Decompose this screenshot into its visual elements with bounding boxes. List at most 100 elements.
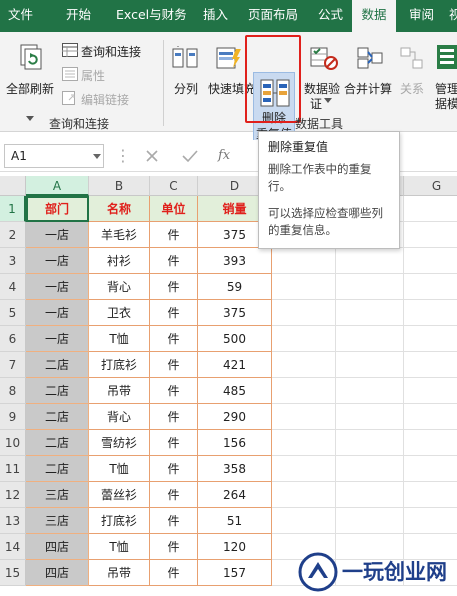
empty-cell[interactable] <box>336 300 404 326</box>
table-header-cell[interactable]: 单位 <box>150 196 198 222</box>
empty-cell[interactable] <box>272 248 336 274</box>
row-header[interactable]: 11 <box>0 456 26 482</box>
table-cell[interactable]: 三店 <box>26 482 89 508</box>
row-header[interactable]: 14 <box>0 534 26 560</box>
row-header[interactable]: 6 <box>0 326 26 352</box>
table-cell[interactable]: 四店 <box>26 534 89 560</box>
table-cell[interactable]: 一店 <box>26 222 89 248</box>
table-cell[interactable]: 二店 <box>26 352 89 378</box>
table-cell[interactable]: 二店 <box>26 456 89 482</box>
empty-cell[interactable] <box>336 274 404 300</box>
tab-formulas[interactable]: 公式 <box>318 0 343 32</box>
table-cell[interactable]: 四店 <box>26 560 89 586</box>
tab-page-layout[interactable]: 页面布局 <box>248 0 298 32</box>
properties-button[interactable]: 属性 <box>62 66 122 84</box>
empty-cell[interactable] <box>272 404 336 430</box>
table-cell[interactable]: 件 <box>150 534 198 560</box>
empty-cell[interactable] <box>272 430 336 456</box>
row-header[interactable]: 5 <box>0 300 26 326</box>
table-cell[interactable]: 485 <box>198 378 272 404</box>
table-cell[interactable]: 雪纺衫 <box>89 430 150 456</box>
tab-file[interactable]: 文件 <box>8 0 33 32</box>
empty-cell[interactable] <box>404 508 457 534</box>
table-cell[interactable]: 一店 <box>26 326 89 352</box>
table-cell[interactable]: 件 <box>150 222 198 248</box>
column-header-c[interactable]: C <box>150 176 198 196</box>
table-cell[interactable]: 吊带 <box>89 378 150 404</box>
table-cell[interactable]: 375 <box>198 300 272 326</box>
table-cell[interactable]: 件 <box>150 248 198 274</box>
table-cell[interactable]: 120 <box>198 534 272 560</box>
column-header-b[interactable]: B <box>89 176 150 196</box>
empty-cell[interactable] <box>336 508 404 534</box>
tab-data[interactable]: 数据 <box>352 0 396 32</box>
table-cell[interactable]: 156 <box>198 430 272 456</box>
tab-review[interactable]: 审阅 <box>409 0 434 32</box>
empty-cell[interactable] <box>404 456 457 482</box>
table-cell[interactable]: T恤 <box>89 326 150 352</box>
text-to-columns-button[interactable]: 分列 <box>168 38 202 98</box>
table-cell[interactable]: 件 <box>150 560 198 586</box>
empty-cell[interactable] <box>272 508 336 534</box>
empty-cell[interactable] <box>404 430 457 456</box>
empty-cell[interactable] <box>404 222 457 248</box>
empty-cell[interactable] <box>336 456 404 482</box>
table-cell[interactable]: 件 <box>150 378 198 404</box>
table-cell[interactable]: 卫衣 <box>89 300 150 326</box>
table-cell[interactable]: 吊带 <box>89 560 150 586</box>
chevron-down-icon[interactable] <box>93 154 101 159</box>
empty-cell[interactable] <box>336 378 404 404</box>
table-cell[interactable]: 一店 <box>26 300 89 326</box>
table-cell[interactable]: 件 <box>150 404 198 430</box>
table-cell[interactable]: 393 <box>198 248 272 274</box>
row-header[interactable]: 3 <box>0 248 26 274</box>
column-header-g[interactable]: G <box>404 176 457 196</box>
table-cell[interactable]: 一店 <box>26 248 89 274</box>
table-cell[interactable]: 件 <box>150 482 198 508</box>
empty-cell[interactable] <box>404 248 457 274</box>
consolidate-button[interactable]: 合并计算 <box>344 38 394 98</box>
empty-cell[interactable] <box>272 274 336 300</box>
empty-cell[interactable] <box>404 196 457 222</box>
table-cell[interactable]: 51 <box>198 508 272 534</box>
table-cell[interactable]: 421 <box>198 352 272 378</box>
table-cell[interactable]: 290 <box>198 404 272 430</box>
edit-links-button[interactable]: 编辑链接 <box>62 90 142 108</box>
table-cell[interactable]: 件 <box>150 274 198 300</box>
enter-check-icon[interactable] <box>182 149 198 163</box>
empty-cell[interactable] <box>272 300 336 326</box>
row-header[interactable]: 4 <box>0 274 26 300</box>
table-cell[interactable]: 157 <box>198 560 272 586</box>
table-cell[interactable]: 衬衫 <box>89 248 150 274</box>
table-cell[interactable]: 二店 <box>26 404 89 430</box>
empty-cell[interactable] <box>336 430 404 456</box>
row-header[interactable]: 9 <box>0 404 26 430</box>
table-cell[interactable]: 59 <box>198 274 272 300</box>
empty-cell[interactable] <box>272 352 336 378</box>
table-header-cell[interactable]: 名称 <box>89 196 150 222</box>
table-cell[interactable]: 件 <box>150 508 198 534</box>
row-header[interactable]: 8 <box>0 378 26 404</box>
table-cell[interactable]: T恤 <box>89 456 150 482</box>
tab-view[interactable]: 视 <box>449 0 457 32</box>
insert-function-icon[interactable]: fx <box>218 148 230 163</box>
empty-cell[interactable] <box>404 274 457 300</box>
row-header[interactable]: 2 <box>0 222 26 248</box>
table-cell[interactable]: 二店 <box>26 378 89 404</box>
empty-cell[interactable] <box>272 456 336 482</box>
empty-cell[interactable] <box>404 300 457 326</box>
table-cell[interactable]: 二店 <box>26 430 89 456</box>
table-cell[interactable]: 500 <box>198 326 272 352</box>
empty-cell[interactable] <box>404 352 457 378</box>
empty-cell[interactable] <box>336 248 404 274</box>
row-header[interactable]: 12 <box>0 482 26 508</box>
table-cell[interactable]: 件 <box>150 456 198 482</box>
empty-cell[interactable] <box>272 326 336 352</box>
table-header-cell[interactable]: 部门 <box>26 196 89 222</box>
table-cell[interactable]: 背心 <box>89 274 150 300</box>
table-cell[interactable]: 件 <box>150 300 198 326</box>
empty-cell[interactable] <box>404 326 457 352</box>
tab-excel-finance[interactable]: Excel与财务 <box>116 0 187 32</box>
table-cell[interactable]: 件 <box>150 326 198 352</box>
row-header[interactable]: 13 <box>0 508 26 534</box>
